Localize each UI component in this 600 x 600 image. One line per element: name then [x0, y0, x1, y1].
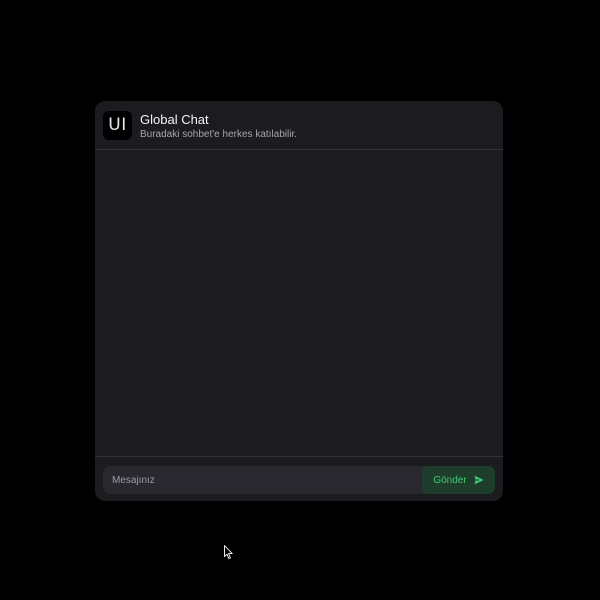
chat-window: UI Global Chat Buradaki sohbet'e herkes …: [95, 101, 503, 501]
message-composer: Gönder: [95, 456, 503, 501]
send-button[interactable]: Gönder: [422, 466, 495, 494]
chat-subtitle: Buradaki sohbet'e herkes katılabilir.: [140, 129, 297, 140]
mouse-pointer-icon: [224, 545, 234, 560]
send-button-label: Gönder: [433, 474, 467, 486]
avatar: UI: [103, 111, 132, 140]
chat-header: UI Global Chat Buradaki sohbet'e herkes …: [95, 101, 503, 150]
chat-title: Global Chat: [140, 112, 209, 127]
message-list[interactable]: [95, 150, 503, 456]
send-arrow-icon: [474, 475, 484, 485]
